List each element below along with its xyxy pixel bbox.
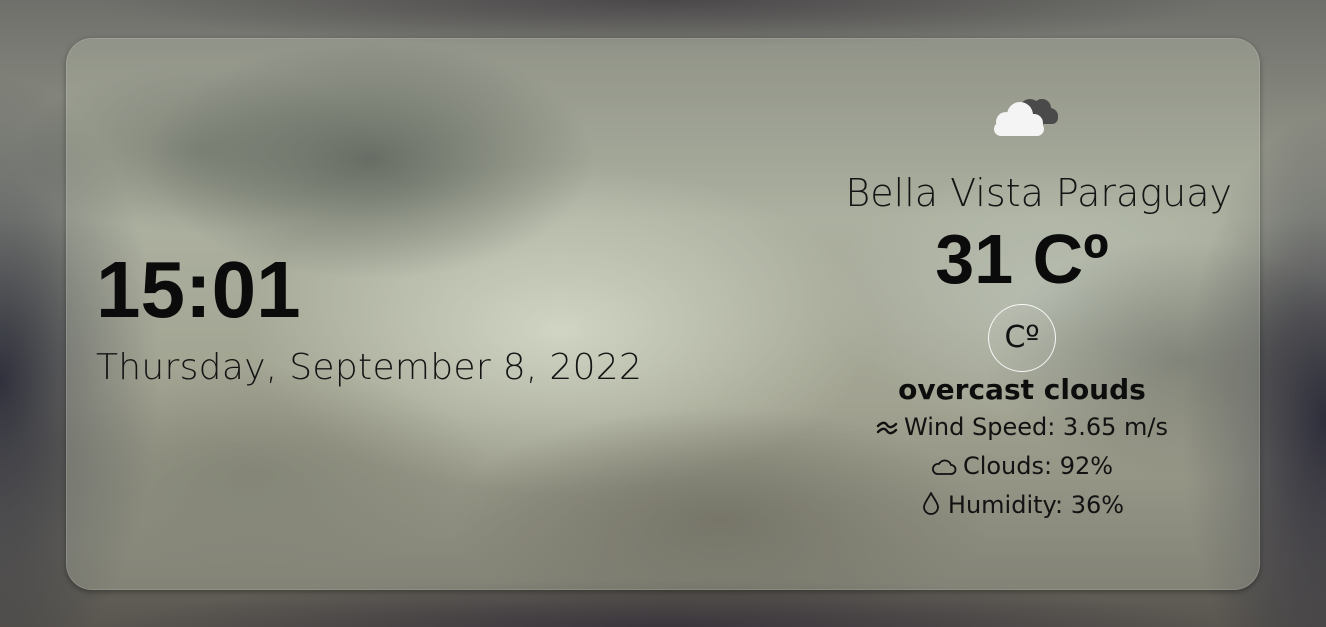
- weather-section: Bella Vista Paraguay 31 Cº Cº overcast c…: [812, 88, 1232, 525]
- current-date: Thursday, September 8, 2022: [96, 347, 643, 388]
- location-name: Bella Vista Paraguay: [845, 171, 1232, 215]
- cloud-icon: [931, 459, 957, 475]
- droplet-icon: [923, 492, 939, 515]
- temperature-value: 31 Cº: [935, 220, 1109, 298]
- clouds-label: Clouds: 92%: [962, 452, 1114, 480]
- clock-section: 15:01 Thursday, September 8, 2022: [96, 246, 642, 392]
- weather-description: overcast clouds: [898, 373, 1146, 406]
- current-time: 15:01: [96, 245, 301, 334]
- unit-toggle-button[interactable]: Cº: [988, 304, 1056, 372]
- clouds-row: Clouds: 92%: [812, 447, 1232, 486]
- weather-card: 15:01 Thursday, September 8, 2022 Bella …: [66, 38, 1260, 590]
- wind-speed-row: Wind Speed: 3.65 m/s: [812, 408, 1232, 447]
- humidity-label: Humidity: 36%: [947, 491, 1125, 519]
- wind-speed-label: Wind Speed: 3.65 m/s: [904, 413, 1168, 441]
- humidity-row: Humidity: 36%: [812, 486, 1232, 525]
- wind-icon: [876, 421, 898, 435]
- overcast-clouds-icon: [994, 99, 1058, 136]
